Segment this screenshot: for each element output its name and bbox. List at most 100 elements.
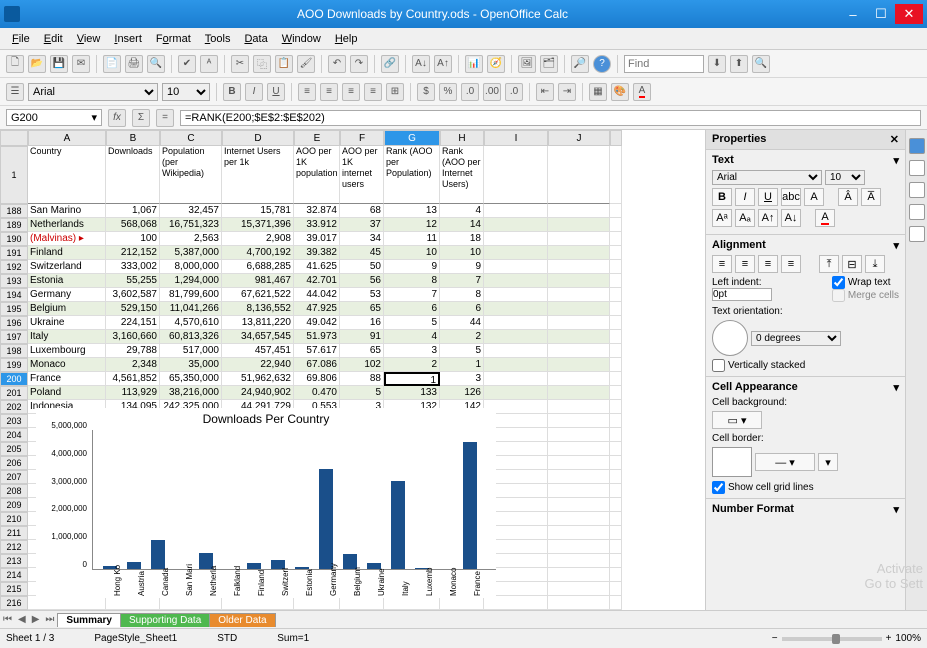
cell[interactable]: 3,602,587: [106, 288, 160, 302]
cell[interactable]: 10: [384, 246, 440, 260]
cell[interactable]: 2,348: [106, 358, 160, 372]
cell[interactable]: 15,371,396: [222, 218, 294, 232]
side-shadow-button[interactable]: A: [804, 188, 824, 206]
cell[interactable]: 39.017: [294, 232, 340, 246]
cell[interactable]: 126: [440, 386, 484, 400]
chart-embed[interactable]: Downloads Per Country 01,000,0002,000,00…: [36, 408, 496, 598]
equals-icon[interactable]: =: [156, 109, 174, 127]
cell[interactable]: 0.470: [294, 386, 340, 400]
cell[interactable]: [548, 246, 610, 260]
cell[interactable]: [548, 386, 610, 400]
justify-icon[interactable]: ≡: [364, 83, 382, 101]
row-header[interactable]: 206: [0, 456, 28, 470]
degrees-select[interactable]: 0 degrees: [751, 331, 841, 346]
cell[interactable]: 9: [440, 260, 484, 274]
section-collapse-icon[interactable]: ▾: [893, 154, 899, 167]
col-header-H[interactable]: H: [440, 130, 484, 146]
italic-button[interactable]: I: [245, 83, 263, 101]
align-c-button[interactable]: ≡: [735, 255, 755, 273]
percent-icon[interactable]: %: [439, 83, 457, 101]
cell[interactable]: [610, 512, 622, 526]
cell[interactable]: [484, 596, 548, 610]
cell[interactable]: [548, 470, 610, 484]
cell[interactable]: 13,811,220: [222, 316, 294, 330]
redo-icon[interactable]: ↷: [350, 55, 368, 73]
cell[interactable]: Ukraine: [28, 316, 106, 330]
align-l-button[interactable]: ≡: [712, 255, 732, 273]
cell[interactable]: 60,813,326: [160, 330, 222, 344]
row-header[interactable]: 200: [0, 372, 28, 386]
row-header[interactable]: 207: [0, 470, 28, 484]
cell[interactable]: [548, 372, 610, 386]
maximize-button[interactable]: ☐: [867, 4, 895, 24]
menu-help[interactable]: Help: [329, 31, 364, 47]
find-dialog-icon[interactable]: 🔍: [752, 55, 770, 73]
sheet-tab-supporting[interactable]: Supporting Data: [120, 613, 210, 627]
valign-t-button[interactable]: ⤒: [819, 255, 839, 273]
cell[interactable]: [548, 274, 610, 288]
border-style-picker[interactable]: — ▾: [755, 453, 815, 471]
section-collapse-icon[interactable]: ▾: [893, 239, 899, 252]
cell[interactable]: 55,255: [106, 274, 160, 288]
navigator-icon[interactable]: 🧭: [487, 55, 505, 73]
print-icon[interactable]: 🖨: [125, 55, 143, 73]
cell[interactable]: 41.625: [294, 260, 340, 274]
cell[interactable]: [548, 330, 610, 344]
cell[interactable]: [548, 456, 610, 470]
header-cell[interactable]: AOO per 1K population: [294, 146, 340, 204]
cell[interactable]: [106, 596, 160, 610]
cell[interactable]: [548, 218, 610, 232]
row-header[interactable]: 191: [0, 246, 28, 260]
cell[interactable]: 2,908: [222, 232, 294, 246]
gridlines-checkbox[interactable]: [712, 481, 725, 494]
row-header[interactable]: 216: [0, 596, 28, 610]
cell[interactable]: 2,563: [160, 232, 222, 246]
cell[interactable]: 49.042: [294, 316, 340, 330]
cell[interactable]: 1: [440, 358, 484, 372]
side-decsize-button[interactable]: A↓: [781, 209, 801, 227]
minimize-button[interactable]: –: [839, 4, 867, 24]
function-wizard-icon[interactable]: fx: [108, 109, 126, 127]
copy-icon[interactable]: ⿻: [253, 55, 271, 73]
cell[interactable]: 5: [440, 344, 484, 358]
spellcheck-icon[interactable]: ✔: [178, 55, 196, 73]
save-icon[interactable]: 💾: [50, 55, 68, 73]
row-header[interactable]: 204: [0, 428, 28, 442]
inc-indent-icon[interactable]: ⇥: [558, 83, 576, 101]
sort-asc-icon[interactable]: A↓: [412, 55, 430, 73]
cut-icon[interactable]: ✂: [231, 55, 249, 73]
cell[interactable]: 4,700,192: [222, 246, 294, 260]
cell[interactable]: [484, 358, 548, 372]
tab-prev-icon[interactable]: ◀: [15, 614, 29, 625]
cell[interactable]: [484, 246, 548, 260]
cell[interactable]: [222, 596, 294, 610]
cell[interactable]: [548, 428, 610, 442]
cell[interactable]: 10: [440, 246, 484, 260]
row-header[interactable]: 198: [0, 344, 28, 358]
cell[interactable]: [548, 596, 610, 610]
row-header[interactable]: 214: [0, 568, 28, 582]
new-icon[interactable]: 🗋: [6, 55, 24, 73]
cell[interactable]: [440, 596, 484, 610]
cell[interactable]: 53: [340, 288, 384, 302]
cell[interactable]: [28, 596, 106, 610]
header-cell[interactable]: Downloads: [106, 146, 160, 204]
row-header[interactable]: 199: [0, 358, 28, 372]
menu-format[interactable]: Format: [150, 31, 197, 47]
cell[interactable]: 39.382: [294, 246, 340, 260]
name-box[interactable]: G200▾: [6, 109, 102, 126]
font-size-select[interactable]: 10: [162, 83, 210, 101]
cell[interactable]: 6: [440, 302, 484, 316]
help-icon[interactable]: ?: [593, 55, 611, 73]
cell[interactable]: 4,561,852: [106, 372, 160, 386]
header-cell[interactable]: Rank (AOO per Internet Users): [440, 146, 484, 204]
header-cell[interactable]: Rank (AOO per Population): [384, 146, 440, 204]
cell[interactable]: Poland: [28, 386, 106, 400]
header-cell[interactable]: Country: [28, 146, 106, 204]
cell[interactable]: Finland: [28, 246, 106, 260]
header-cell[interactable]: [548, 146, 610, 204]
format-paint-icon[interactable]: 🖌: [297, 55, 315, 73]
cell[interactable]: [548, 442, 610, 456]
cell[interactable]: [294, 596, 340, 610]
font-name-select[interactable]: Arial: [28, 83, 158, 101]
